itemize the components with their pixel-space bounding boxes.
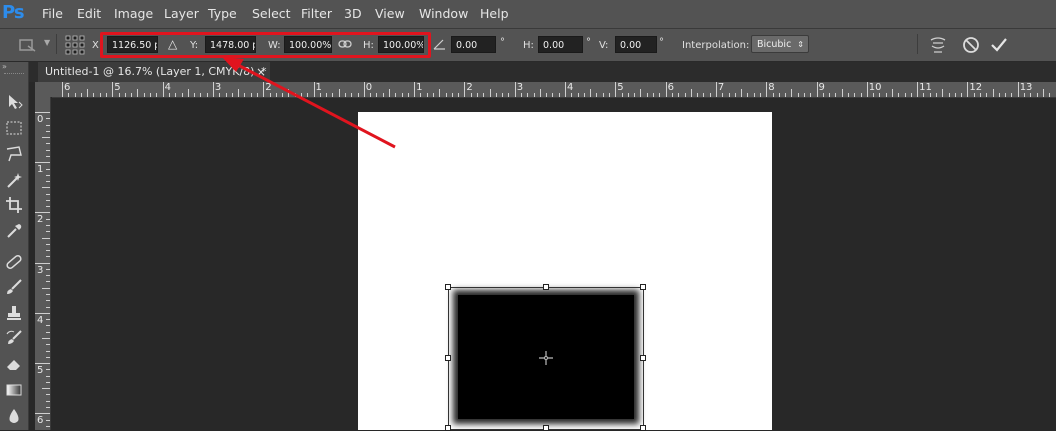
annotation-arrow-icon [222, 57, 396, 149]
